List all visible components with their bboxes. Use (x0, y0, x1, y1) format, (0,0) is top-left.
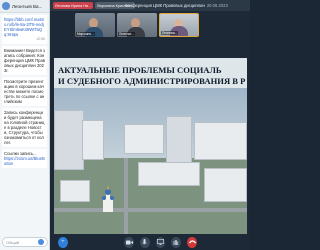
slide-road (54, 208, 247, 212)
chat-message: Внимание! Ведется запись собрания: Конфе… (2, 46, 47, 75)
meeting-title-text: Конференция ЦМК Правовых дисциплин (125, 3, 205, 8)
slide-title-line: АКТУАЛЬНЫЕ ПРОБЛЕМЫ СОЦИАЛЬ (58, 65, 222, 75)
send-icon[interactable] (38, 239, 44, 245)
chat-header[interactable]: Леонтьев Ва... (0, 0, 49, 13)
slide-building (60, 180, 90, 202)
participant-tile[interactable]: Леонова... (159, 13, 199, 37)
slide-building (166, 116, 192, 164)
slide-building (204, 168, 247, 202)
participant-tile[interactable]: Леонтье... (117, 13, 157, 37)
slide-building (54, 110, 84, 170)
chat-header-name: Леонтьев Ва... (12, 3, 43, 9)
microphone-glyph (142, 238, 148, 244)
speaker-tag[interactable]: Леонова Ирина Ни... (53, 2, 94, 9)
chat-panel: Леонтьев Ва... https://bbb.conf.maitrix.… (0, 0, 50, 250)
microphone-icon[interactable] (139, 236, 150, 248)
camera-glyph (125, 240, 133, 244)
meeting-title: Конференция ЦМК Правовых дисциплин 20.06.… (125, 3, 228, 8)
hangup-icon[interactable] (187, 236, 197, 248)
participant-tiles: Мирошни... Леонтье... Леонова... (75, 13, 199, 37)
chat-message: Запись конференции будет размещена на го… (2, 108, 47, 147)
meeting-date: 20.06.2023 (206, 3, 228, 8)
slide-building (138, 162, 200, 186)
message-text: Запись конференции будет размещена на го… (4, 110, 45, 145)
chat-input-placeholder: Общий (6, 239, 20, 245)
slide-title-line: И СУДЕБНОГО АДМИНИСТРИРОВАНИЯ В Р (58, 76, 246, 86)
participant-name: Леонтье... (118, 32, 135, 36)
hangup-glyph (188, 240, 196, 244)
slide-road (124, 158, 128, 234)
message-text: Внимание! Ведется запись собрания: Конфе… (4, 48, 45, 73)
participant-tile[interactable]: Мирошни... (75, 13, 115, 37)
camera-icon[interactable] (124, 236, 134, 248)
screen-share-icon[interactable] (155, 236, 166, 248)
meeting-controls: + (54, 234, 200, 250)
chat-message: https://bbb.conf.maitrix.ru/b/le-8a-2lT8… (2, 15, 47, 44)
avatar (2, 2, 10, 10)
message-time: 12:55 (36, 37, 45, 41)
message-link[interactable]: https://zoom.us/BlueButton (4, 156, 45, 166)
message-link[interactable]: https://bbb.conf.maitrix.ru/b/le-8a-2lT8… (4, 17, 44, 37)
hand-glyph (173, 239, 179, 245)
chat-message: Посмотрите презентацию в хорошем качеств… (2, 77, 47, 106)
participant-name: Мирошни... (76, 32, 95, 36)
screen-glyph (157, 239, 165, 245)
message-text: Посмотрите презентацию в хорошем качеств… (4, 79, 45, 104)
slide-building (82, 120, 104, 160)
slide-building (194, 122, 247, 160)
slide-building (124, 124, 164, 154)
plus-icon[interactable]: + (58, 236, 68, 248)
chat-message: Ссылки запись... https://zoom.us/BlueBut… (2, 149, 47, 168)
church-illustration (102, 186, 114, 212)
slide-title: АКТУАЛЬНЫЕ ПРОБЛЕМЫ СОЦИАЛЬ И СУДЕБНОГО … (58, 65, 246, 87)
meeting-titlebar: Леонова Ирина Ни... Воронина Кристин... … (50, 0, 250, 11)
chat-input[interactable]: Общий (2, 237, 48, 247)
shared-slide: АКТУАЛЬНЫЕ ПРОБЛЕМЫ СОЦИАЛЬ И СУДЕБНОГО … (54, 58, 247, 234)
hand-icon[interactable] (171, 236, 182, 248)
participant-name: Леонова... (161, 31, 179, 35)
